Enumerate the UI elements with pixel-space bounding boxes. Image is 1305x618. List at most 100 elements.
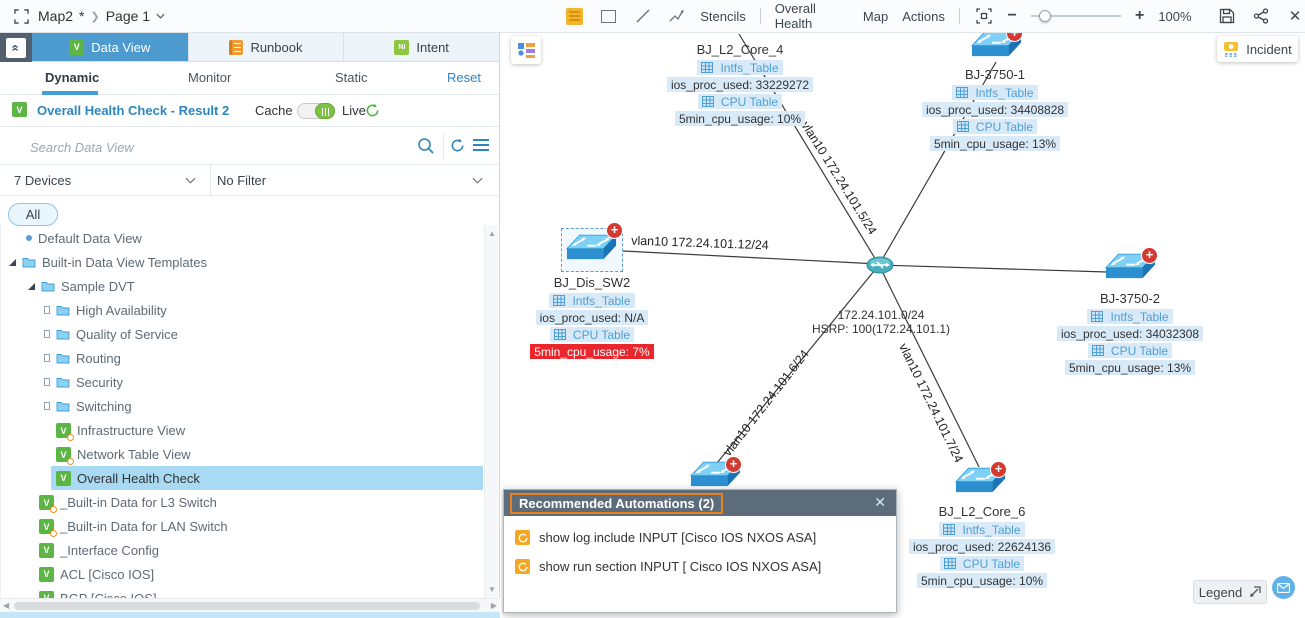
stencils-button[interactable]: Stencils <box>700 9 746 24</box>
tree-item-switching[interactable]: Switching <box>1 394 483 418</box>
intfs-table-link[interactable]: Intfs_Table <box>697 60 782 75</box>
device-bj-l2-core-6[interactable]: BJ_L2_Core_6 Intfs_Table ios_proc_used: … <box>872 504 1092 590</box>
tab-data-view[interactable]: V Data View <box>32 33 188 61</box>
tree-item-built-in-templates[interactable]: Built-in Data View Templates <box>1 250 483 274</box>
automation-item[interactable]: show log include INPUT [Cisco IOS NXOS A… <box>515 530 896 545</box>
close-map-icon[interactable]: ✕ <box>1285 5 1305 27</box>
lan-segment-icon[interactable] <box>866 256 894 274</box>
tree-item-security[interactable]: Security <box>1 370 483 394</box>
page-chevron-icon[interactable] <box>156 13 165 19</box>
result-title[interactable]: Overall Health Check - Result 2 <box>37 103 229 118</box>
tab-intent[interactable]: NI Intent <box>343 33 499 61</box>
intfs-table-link[interactable]: Intfs_Table <box>1087 309 1172 324</box>
intfs-table-link[interactable]: Intfs_Table <box>939 522 1024 537</box>
tree-item-network-table-view[interactable]: V Network Table View <box>1 442 483 466</box>
tree-item-overall-health-check[interactable]: V Overall Health Check <box>51 466 483 490</box>
filter-dropdown-chevron-icon[interactable] <box>472 177 483 184</box>
map-view-options-button[interactable] <box>511 36 541 64</box>
subtab-static[interactable]: Static <box>335 70 368 85</box>
cpu-table-link[interactable]: CPU Table <box>698 94 782 109</box>
tree-item-high-availability[interactable]: High Availability <box>1 298 483 322</box>
collapsed-twisty-icon[interactable] <box>44 402 50 410</box>
zoom-slider-handle[interactable] <box>1039 10 1051 22</box>
device-name[interactable]: BJ-3750-2 <box>1100 291 1160 306</box>
tree-item-infrastructure-view[interactable]: V Infrastructure View <box>1 418 483 442</box>
intfs-table-link[interactable]: Intfs_Table <box>549 293 634 308</box>
search-input[interactable] <box>30 135 400 159</box>
legend-button[interactable]: Legend <box>1193 580 1267 604</box>
alert-badge-icon[interactable]: + <box>725 456 742 473</box>
share-icon[interactable] <box>1251 5 1271 27</box>
tree-item-routing[interactable]: Routing <box>1 346 483 370</box>
reload-data-view-icon[interactable] <box>450 138 465 153</box>
shape-tool-icon[interactable] <box>599 5 619 27</box>
close-popup-icon[interactable]: ✕ <box>874 494 886 511</box>
collapsed-twisty-icon[interactable] <box>44 378 50 386</box>
device-bj-dis-sw2[interactable]: BJ_Dis_SW2 Intfs_Table ios_proc_used: N/… <box>501 275 702 361</box>
search-icon[interactable] <box>417 137 435 155</box>
collapsed-twisty-icon[interactable] <box>44 354 50 362</box>
zoom-slider[interactable] <box>1031 9 1121 23</box>
alert-badge-icon[interactable]: + <box>606 222 623 239</box>
menu-icon[interactable] <box>473 139 489 152</box>
cpu-table-link[interactable]: CPU Table <box>1088 343 1172 358</box>
intfs-table-link[interactable]: Intfs_Table <box>952 85 1037 100</box>
device-bj-3750-2[interactable]: BJ-3750-2 Intfs_Table ios_proc_used: 340… <box>1020 291 1240 377</box>
page-selector[interactable]: Page 1 <box>106 8 150 24</box>
tree-item-builtin-l3-switch[interactable]: V _Built-in Data for L3 Switch <box>1 490 483 514</box>
subtab-monitor[interactable]: Monitor <box>188 70 231 85</box>
horizontal-scrollbar[interactable]: ◀ ▶ <box>0 598 500 612</box>
tree-item-builtin-lan-switch[interactable]: V _Built-in Data for LAN Switch <box>1 514 483 538</box>
scroll-left-icon[interactable]: ◀ <box>3 601 9 610</box>
scroll-up-icon[interactable]: ▲ <box>488 229 496 238</box>
refresh-result-icon[interactable] <box>365 103 380 118</box>
cpu-table-link[interactable]: CPU Table <box>953 119 1037 134</box>
filter-dropdown[interactable]: No Filter <box>217 173 266 188</box>
device-bj-3750-1[interactable]: BJ-3750-1 Intfs_Table ios_proc_used: 344… <box>885 67 1105 153</box>
collapsed-twisty-icon[interactable] <box>44 330 50 338</box>
scroll-right-icon[interactable]: ▶ <box>491 601 497 610</box>
tree-item-default-data-view[interactable]: Default Data View <box>1 226 483 250</box>
alert-badge-icon[interactable]: + <box>1141 247 1158 264</box>
tree-item-quality-of-service[interactable]: Quality of Service <box>1 322 483 346</box>
actions-menu[interactable]: Actions <box>902 9 945 24</box>
tab-runbook[interactable]: Runbook <box>188 33 344 61</box>
devices-dropdown-chevron-icon[interactable] <box>185 177 196 184</box>
scrollbar-thumb[interactable] <box>14 602 480 610</box>
expanded-twisty-icon[interactable] <box>9 259 16 266</box>
map-canvas[interactable]: vlan10 172.24.101.5/24 vlan10 172.24.101… <box>501 33 1305 618</box>
save-icon[interactable] <box>1218 5 1238 27</box>
device-icon-bj-l2-core-4[interactable] <box>713 33 765 40</box>
line-tool-icon[interactable] <box>633 5 653 27</box>
reset-link[interactable]: Reset <box>447 70 481 85</box>
device-name[interactable]: BJ-3750-1 <box>965 67 1025 82</box>
tree-item-acl-cisco-ios[interactable]: V ACL [Cisco IOS] <box>1 562 483 586</box>
map-title[interactable]: Map2 <box>38 8 73 24</box>
tree-item-bgp-cisco-ios[interactable]: V BGP [Cisco IOS] <box>1 586 483 598</box>
feedback-mail-button[interactable] <box>1272 576 1295 599</box>
vertical-scrollbar[interactable]: ▲ ▼ <box>484 225 498 598</box>
tree-item-sample-dvt[interactable]: Sample DVT <box>1 274 483 298</box>
collapsed-twisty-icon[interactable] <box>44 306 50 314</box>
cpu-table-link[interactable]: CPU Table <box>940 556 1024 571</box>
note-tool-icon[interactable] <box>565 5 585 27</box>
overall-health-menu[interactable]: Overall Health <box>775 1 849 31</box>
cache-live-toggle[interactable] <box>297 103 335 119</box>
expanded-twisty-icon[interactable] <box>28 283 35 290</box>
device-name[interactable]: BJ_L2_Core_6 <box>939 504 1026 519</box>
fit-to-screen-icon[interactable] <box>974 5 994 27</box>
device-icon-bj-dis-sw2[interactable] <box>566 234 618 267</box>
device-name[interactable]: BJ_Dis_SW2 <box>554 275 631 290</box>
alert-badge-icon[interactable]: + <box>990 461 1007 478</box>
scroll-down-icon[interactable]: ▼ <box>488 585 496 594</box>
connector-tool-icon[interactable] <box>666 5 686 27</box>
zoom-out-button[interactable]: − <box>1008 7 1017 25</box>
devices-dropdown[interactable]: 7 Devices <box>14 173 71 188</box>
zoom-in-button[interactable]: + <box>1135 7 1144 25</box>
collapse-sidebar-button[interactable]: « <box>6 38 26 58</box>
popup-header[interactable]: Recommended Automations (2) ✕ <box>504 490 896 516</box>
device-bj-l2-core-4[interactable]: BJ_L2_Core_4 Intfs_Table ios_proc_used: … <box>630 42 850 128</box>
device-name[interactable]: BJ_L2_Core_4 <box>697 42 784 57</box>
automation-item[interactable]: show run section INPUT [ Cisco IOS NXOS … <box>515 559 896 574</box>
tree-item-interface-config[interactable]: V _Interface Config <box>1 538 483 562</box>
